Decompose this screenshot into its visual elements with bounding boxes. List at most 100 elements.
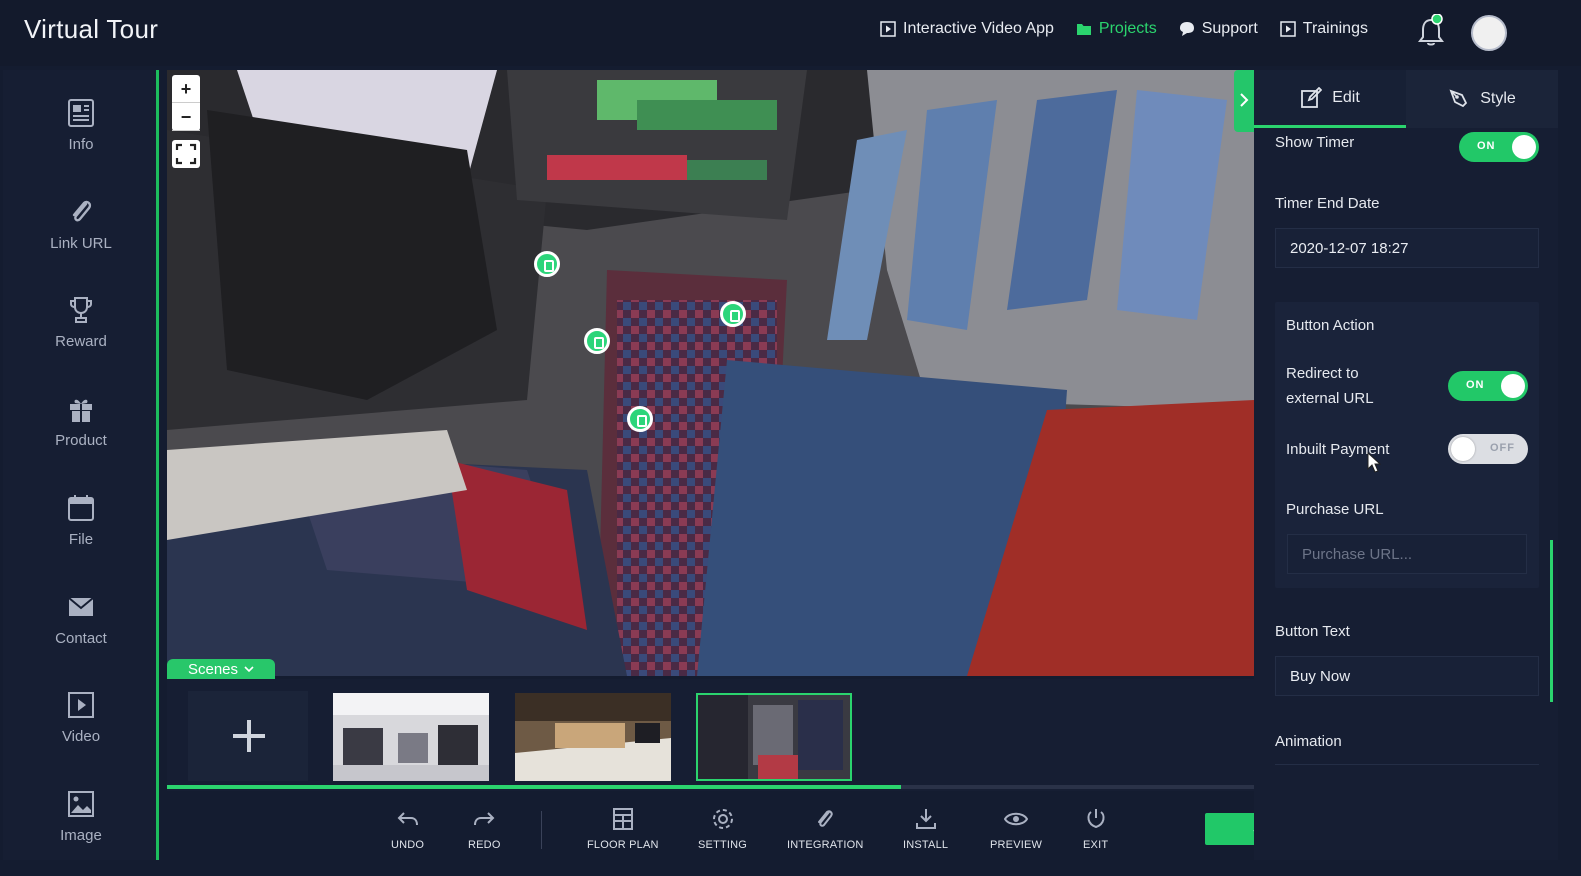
scene-image <box>333 693 489 781</box>
tab-edit[interactable]: Edit <box>1254 70 1406 128</box>
tab-style[interactable]: Style <box>1406 70 1558 128</box>
redirect-label-line2: external URL <box>1286 390 1374 407</box>
install-button[interactable]: INSTALL <box>903 807 948 851</box>
redo-icon <box>474 812 495 826</box>
paperclip-icon <box>72 200 92 222</box>
hotspot-product[interactable] <box>584 328 610 354</box>
scenes-dropdown[interactable]: Scenes <box>167 659 275 679</box>
undo-icon <box>397 812 418 826</box>
add-scene-button[interactable] <box>188 691 308 781</box>
sidebar-item-label: Contact <box>55 630 107 647</box>
exit-button[interactable]: EXIT <box>1083 807 1108 851</box>
toggle-state-label: ON <box>1466 379 1485 391</box>
nav-item-projects[interactable]: Projects <box>1076 20 1157 38</box>
trophy-icon <box>70 297 92 323</box>
toggle-knob <box>1501 374 1525 398</box>
top-nav: Interactive Video App Projects Support T… <box>880 20 1368 38</box>
panel-tabs: Edit Style <box>1254 70 1558 128</box>
panel-collapse-button[interactable] <box>1234 70 1254 132</box>
panorama-image <box>167 70 1254 676</box>
tab-label: Edit <box>1332 88 1360 106</box>
nav-item-interactive-video-app[interactable]: Interactive Video App <box>880 20 1054 38</box>
sidebar-item-product[interactable]: Product <box>3 394 159 474</box>
bell-icon[interactable] <box>1416 14 1446 48</box>
sidebar-item-contact[interactable]: Contact <box>3 592 159 672</box>
toggle-state-label: OFF <box>1490 442 1515 454</box>
sidebar-item-label: Info <box>68 136 94 153</box>
integration-button[interactable]: INTEGRATION <box>787 807 864 851</box>
toggle-knob <box>1512 135 1536 159</box>
scenes-label: Scenes <box>187 660 239 678</box>
purchase-url-input[interactable] <box>1287 534 1527 574</box>
sidebar-item-label: Image <box>60 827 102 844</box>
integration-label: INTEGRATION <box>787 839 864 851</box>
timer-end-date-input[interactable]: 2020-12-07 18:27 <box>1275 228 1539 268</box>
folder-icon <box>1076 24 1091 35</box>
app-title: Virtual Tour <box>24 14 159 44</box>
toolbar-divider <box>541 811 542 849</box>
zoom-controls: + − <box>172 75 200 131</box>
button-action-label: Button Action <box>1286 317 1375 334</box>
setting-button[interactable]: SETTING <box>698 807 747 851</box>
panorama-viewer[interactable]: + − <box>167 70 1254 676</box>
button-text-label: Button Text <box>1275 623 1350 640</box>
inbuilt-payment-toggle[interactable]: OFF <box>1448 434 1528 464</box>
nav-item-support[interactable]: Support <box>1179 20 1258 38</box>
floor-plan-button[interactable]: FLOOR PLAN <box>587 807 659 851</box>
nav-label: Projects <box>1098 20 1157 37</box>
download-icon <box>915 809 936 829</box>
sidebar-item-video[interactable]: Video <box>3 690 159 770</box>
calendar-icon <box>68 495 94 521</box>
edit-icon <box>1301 86 1323 108</box>
sidebar-item-label: Reward <box>55 333 107 350</box>
sidebar-item-info[interactable]: Info <box>3 98 159 178</box>
preview-button[interactable]: PREVIEW <box>990 807 1042 851</box>
scene-thumbnail[interactable] <box>333 693 489 781</box>
scene-thumbnail-selected[interactable] <box>696 693 852 781</box>
redirect-label-line1: Redirect to <box>1286 365 1359 382</box>
hotspot-product[interactable] <box>534 251 560 277</box>
button-text-input[interactable]: Buy Now <box>1275 656 1539 696</box>
zoom-in-button[interactable]: + <box>172 75 200 103</box>
animation-divider <box>1275 764 1539 765</box>
avatar[interactable] <box>1471 15 1507 51</box>
hotspot-product[interactable] <box>720 301 746 327</box>
exit-label: EXIT <box>1083 839 1109 851</box>
nav-item-trainings[interactable]: Trainings <box>1280 20 1368 38</box>
floor-plan-label: FLOOR PLAN <box>587 839 659 851</box>
panel-scrollbar[interactable] <box>1550 540 1553 702</box>
fullscreen-icon <box>175 143 197 165</box>
sidebar-item-image[interactable]: Image <box>3 789 159 869</box>
chevron-right-icon <box>1240 93 1249 107</box>
scene-thumbnail[interactable] <box>515 693 671 781</box>
nav-label: Trainings <box>1302 20 1368 37</box>
fullscreen-button[interactable] <box>172 140 200 168</box>
power-icon <box>1087 809 1105 829</box>
mouse-cursor-icon <box>1367 452 1382 473</box>
properties-panel: Edit Style Show Timer ON Timer End Date … <box>1254 70 1558 860</box>
left-sidebar: Info Link URL Reward Product File Contac… <box>3 70 159 860</box>
app-root: Virtual Tour Interactive Video App Proje… <box>0 0 1581 876</box>
redo-label: REDO <box>468 839 501 851</box>
undo-label: UNDO <box>391 839 425 851</box>
paperclip-icon <box>818 810 833 827</box>
show-timer-label: Show Timer <box>1275 134 1355 151</box>
redirect-url-toggle[interactable]: ON <box>1448 371 1528 401</box>
zoom-out-button[interactable]: − <box>172 103 200 131</box>
sidebar-item-link-url[interactable]: Link URL <box>3 197 159 277</box>
redo-button[interactable]: REDO <box>468 807 501 851</box>
sidebar-item-file[interactable]: File <box>3 493 159 573</box>
scenes-strip <box>167 679 1254 791</box>
sidebar-item-label: Video <box>61 728 101 745</box>
timer-end-date-label: Timer End Date <box>1275 195 1380 212</box>
scene-image <box>515 693 671 781</box>
setting-label: SETTING <box>698 839 748 851</box>
sidebar-item-label: Product <box>55 432 107 449</box>
animation-label: Animation <box>1275 733 1342 750</box>
show-timer-toggle[interactable]: ON <box>1459 132 1539 162</box>
hotspot-product[interactable] <box>627 406 653 432</box>
scenes-scrollbar[interactable] <box>167 785 901 789</box>
sidebar-item-reward[interactable]: Reward <box>3 295 159 375</box>
undo-button[interactable]: UNDO <box>391 807 424 851</box>
top-bar: Virtual Tour Interactive Video App Proje… <box>0 0 1581 66</box>
